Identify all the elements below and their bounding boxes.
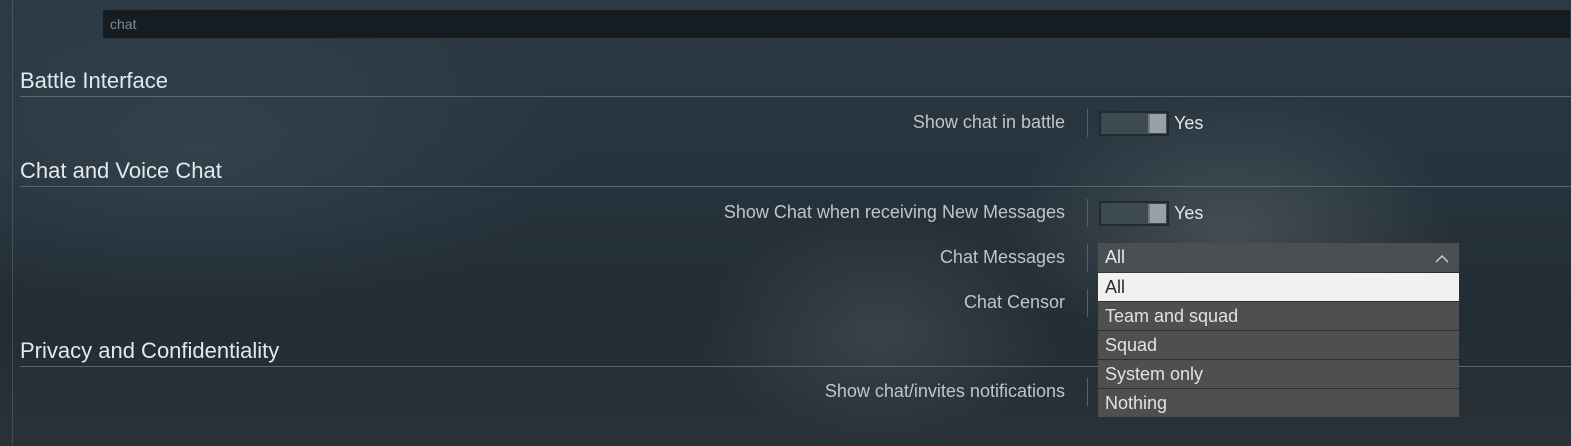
show-chat-new-messages-value: Yes [1174, 203, 1204, 223]
panel-edge-line [12, 0, 13, 446]
setting-label-show-chat-new-messages: Show Chat when receiving New Messages [723, 202, 1065, 222]
dropdown-option[interactable]: System only [1098, 360, 1459, 389]
section-title-chat-voice: Chat and Voice Chat [20, 158, 222, 183]
show-chat-new-messages-toggle[interactable] [1099, 201, 1169, 226]
show-chat-in-battle-value: Yes [1174, 113, 1204, 133]
row-separator [1087, 109, 1088, 137]
toggle-knob [1148, 114, 1166, 133]
search-field[interactable] [102, 9, 1571, 39]
section-title-battle-interface: Battle Interface [20, 68, 168, 93]
row-separator [1087, 244, 1088, 272]
dropdown-option[interactable]: All [1098, 273, 1459, 302]
row-separator [1087, 378, 1088, 406]
chat-messages-selected-value: All [1105, 247, 1126, 267]
toggle-knob [1148, 204, 1166, 223]
chevron-up-icon [1435, 254, 1449, 263]
setting-label-show-chat-in-battle: Show chat in battle [912, 112, 1065, 132]
section-title-privacy: Privacy and Confidentiality [20, 338, 280, 363]
dropdown-option[interactable]: Nothing [1098, 389, 1459, 418]
row-separator [1087, 289, 1088, 317]
show-chat-in-battle-toggle[interactable] [1099, 111, 1169, 136]
dropdown-option[interactable]: Squad [1098, 331, 1459, 360]
chat-messages-select[interactable]: All [1098, 243, 1459, 272]
section-divider [20, 186, 1571, 187]
dropdown-option[interactable]: Team and squad [1098, 302, 1459, 331]
setting-label-show-chat-invites: Show chat/invites notifications [824, 381, 1065, 401]
setting-label-chat-messages: Chat Messages [939, 247, 1065, 267]
section-divider [20, 96, 1571, 97]
chat-messages-options-list: All Team and squad Squad System only Not… [1098, 273, 1459, 418]
search-input[interactable] [103, 10, 1570, 38]
row-separator [1087, 199, 1088, 227]
setting-label-chat-censor: Chat Censor [963, 292, 1065, 312]
